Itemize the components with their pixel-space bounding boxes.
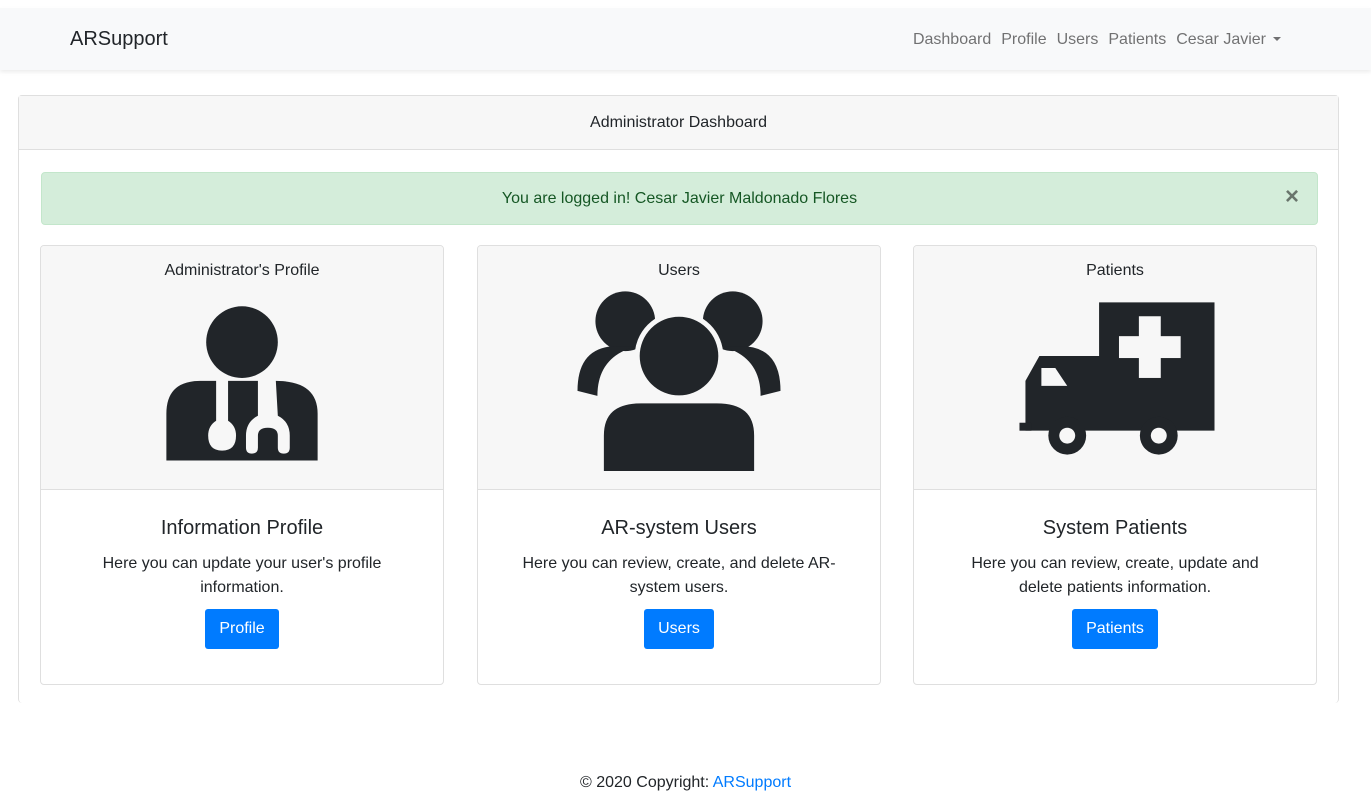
card-body: Information Profile Here you can update … [41, 490, 443, 649]
card-header: Users [478, 246, 880, 490]
card-header: Administrator's Profile [41, 246, 443, 490]
nav-users[interactable]: Users [1057, 31, 1099, 49]
card-body: AR-system Users Here you can review, cre… [478, 490, 880, 649]
card-text: Here you can review, create, update and … [971, 555, 1259, 596]
footer-link[interactable]: ARSupport [713, 774, 791, 791]
nav-profile[interactable]: Profile [1001, 31, 1046, 49]
patients-button[interactable]: Patients [1072, 609, 1158, 649]
brand-link[interactable]: ARSupport [70, 28, 168, 51]
users-group-icon [577, 291, 781, 476]
card-users: Users AR-system Users Here you can revie… [477, 245, 881, 685]
login-alert: You are logged in! Cesar Javier Maldonad… [41, 172, 1318, 225]
card-text: Here you can review, create, and delete … [522, 555, 836, 596]
card-body: System Patients Here you can review, cre… [914, 490, 1316, 649]
doctor-icon [166, 306, 318, 461]
ambulance-icon [1019, 302, 1215, 455]
card-profile: Administrator's Profile Information Prof… [40, 245, 444, 685]
profile-button[interactable]: Profile [205, 609, 279, 649]
nav-links: Dashboard Profile Users Patients Cesar J… [913, 31, 1281, 49]
users-button[interactable]: Users [644, 609, 714, 649]
user-menu-dropdown[interactable]: Cesar Javier [1176, 31, 1281, 49]
card-patients: Patients System Patients Here you can re… [913, 245, 1317, 685]
dashboard-panel: Administrator Dashboard You are logged i… [18, 95, 1339, 703]
copyright-text: © 2020 Copyright: [579, 774, 713, 791]
card-title: Information Profile [160, 517, 324, 539]
footer: © 2020 Copyright: ARSupport [0, 774, 1371, 792]
card-header: Patients [914, 246, 1316, 490]
panel-header: Administrator Dashboard [19, 96, 1338, 150]
chevron-down-icon [1273, 37, 1281, 41]
nav-dashboard[interactable]: Dashboard [913, 31, 991, 49]
alert-text: You are logged in! Cesar Javier Maldonad… [501, 189, 858, 207]
user-menu-label: Cesar Javier [1176, 31, 1266, 48]
navbar: ARSupport Dashboard Profile Users Patien… [0, 8, 1371, 70]
close-icon[interactable]: × [1285, 185, 1299, 209]
panel-title: Administrator Dashboard [590, 113, 767, 131]
card-title: AR-system Users [601, 517, 757, 539]
card-text: Here you can update your user's profile … [102, 555, 382, 596]
nav-patients[interactable]: Patients [1108, 31, 1166, 49]
card-title: System Patients [1042, 517, 1188, 539]
